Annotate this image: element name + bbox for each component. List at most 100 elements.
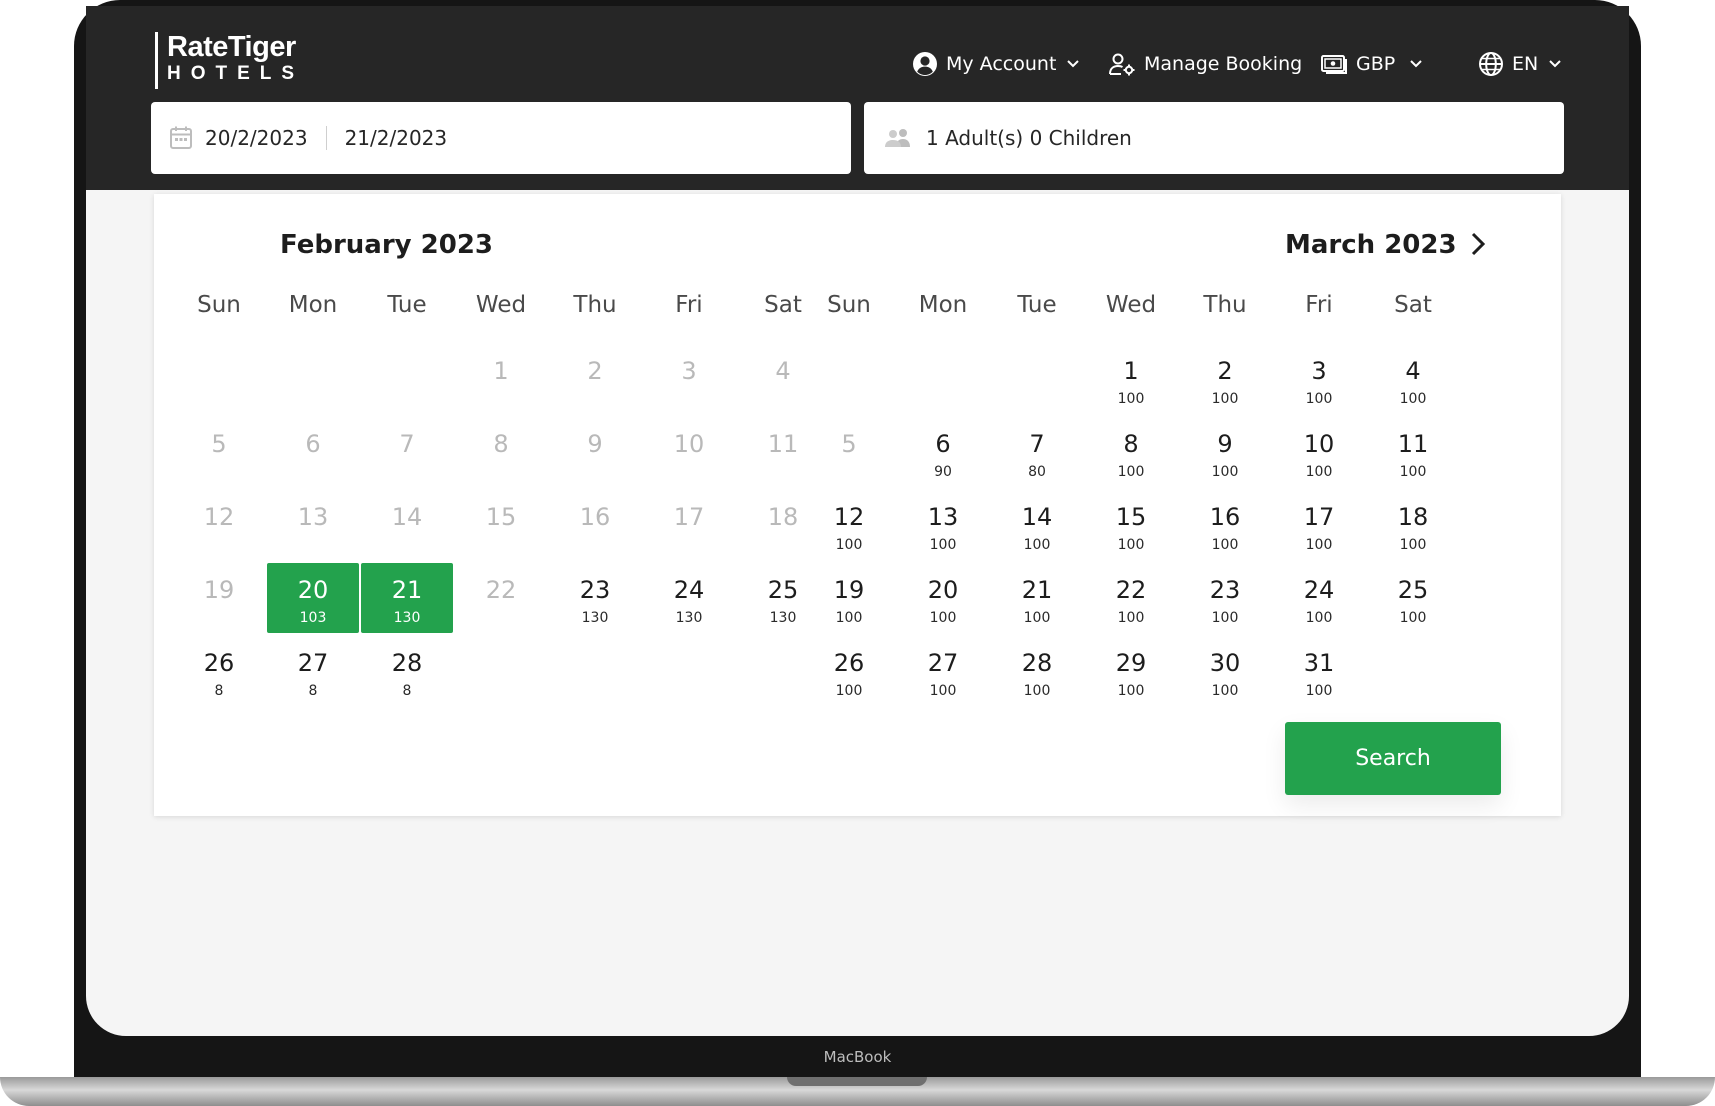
day-cell-march-9[interactable]: 9 100 [1179, 417, 1271, 487]
globe-icon [1478, 51, 1504, 77]
day-number: 7 [399, 430, 415, 458]
day-cell-february-4: 4 [737, 344, 829, 414]
day-cell-february-5: 5 [173, 417, 265, 487]
weekday-header: Sun [197, 292, 241, 318]
day-cell-february-26[interactable]: 26 8 [173, 636, 265, 706]
my-account-menu[interactable]: My Account [912, 44, 1080, 84]
day-cell-march-23[interactable]: 23 100 [1179, 563, 1271, 633]
day-number: 10 [1303, 430, 1335, 458]
day-cell-march-15[interactable]: 15 100 [1085, 490, 1177, 560]
day-cell-february-1: 1 [455, 344, 547, 414]
chevron-right-icon [1469, 231, 1487, 257]
check-in-date[interactable]: 20/2/2023 [205, 126, 308, 150]
people-icon [884, 127, 912, 149]
day-number: 28 [1021, 649, 1053, 677]
day-cell-february-20[interactable]: 20 103 [267, 563, 359, 633]
day-cell-march-18[interactable]: 18 100 [1367, 490, 1459, 560]
day-cell-march-25[interactable]: 25 100 [1367, 563, 1459, 633]
day-price: 130 [581, 610, 609, 626]
day-cell-march-16[interactable]: 16 100 [1179, 490, 1271, 560]
day-number: 20 [927, 576, 959, 604]
day-cell-march-8[interactable]: 8 100 [1085, 417, 1177, 487]
currency-selector[interactable]: GBP [1320, 44, 1423, 84]
day-number: 21 [1021, 576, 1053, 604]
screen: RateTiger HOTELS My Account Manage Booki… [86, 6, 1629, 1036]
day-number: 3 [1311, 357, 1327, 385]
day-price: 100 [835, 537, 863, 553]
day-price: 100 [1305, 683, 1333, 699]
day-price: 100 [1399, 537, 1427, 553]
day-number: 3 [681, 357, 697, 385]
weekday-header: Wed [1105, 292, 1157, 318]
check-out-date[interactable]: 21/2/2023 [345, 126, 448, 150]
day-number: 19 [833, 576, 865, 604]
day-number: 24 [1303, 576, 1335, 604]
day-cell-february-28[interactable]: 28 8 [361, 636, 453, 706]
day-number: 10 [673, 430, 705, 458]
date-separator [325, 126, 327, 150]
manage-booking-link[interactable]: Manage Booking [1108, 44, 1302, 84]
day-price: 8 [214, 683, 224, 699]
logo-subtitle: HOTELS [167, 63, 305, 84]
day-cell-february-24[interactable]: 24 130 [643, 563, 735, 633]
day-cell-march-6[interactable]: 6 90 [897, 417, 989, 487]
laptop-base-notch [787, 1077, 927, 1086]
day-price: 100 [1211, 391, 1239, 407]
day-cell-march-20[interactable]: 20 100 [897, 563, 989, 633]
day-cell-march-24[interactable]: 24 100 [1273, 563, 1365, 633]
user-gear-icon [1108, 51, 1136, 77]
day-price: 100 [835, 610, 863, 626]
day-cell-february-21[interactable]: 21 130 [361, 563, 453, 633]
guests-field[interactable]: 1 Adult(s) 0 Children [864, 102, 1564, 174]
day-cell-march-21[interactable]: 21 100 [991, 563, 1083, 633]
language-selector[interactable]: EN [1478, 44, 1562, 84]
weekday-header: Mon [288, 292, 338, 318]
day-cell-march-22[interactable]: 22 100 [1085, 563, 1177, 633]
day-number: 23 [1209, 576, 1241, 604]
day-number: 19 [203, 576, 235, 604]
day-cell-february-27[interactable]: 27 8 [267, 636, 359, 706]
day-cell-march-31[interactable]: 31 100 [1273, 636, 1365, 706]
day-number: 26 [203, 649, 235, 677]
day-cell-march-17[interactable]: 17 100 [1273, 490, 1365, 560]
day-cell-march-30[interactable]: 30 100 [1179, 636, 1271, 706]
day-cell-march-26[interactable]: 26 100 [803, 636, 895, 706]
manage-booking-label: Manage Booking [1144, 53, 1303, 75]
day-number: 16 [1209, 503, 1241, 531]
day-number: 7 [1029, 430, 1045, 458]
search-button[interactable]: Search [1285, 722, 1501, 795]
day-cell-march-3[interactable]: 3 100 [1273, 344, 1365, 414]
day-cell-march-4[interactable]: 4 100 [1367, 344, 1459, 414]
day-number: 5 [211, 430, 227, 458]
day-cell-march-29[interactable]: 29 100 [1085, 636, 1177, 706]
day-cell-march-12[interactable]: 12 100 [803, 490, 895, 560]
month-title-february: February 2023 [280, 230, 494, 260]
day-cell-march-28[interactable]: 28 100 [991, 636, 1083, 706]
next-month-button[interactable] [1462, 228, 1494, 260]
day-cell-march-11[interactable]: 11 100 [1367, 417, 1459, 487]
day-cell-february-16: 16 [549, 490, 641, 560]
logo[interactable]: RateTiger HOTELS [155, 32, 304, 89]
day-price: 100 [1305, 537, 1333, 553]
weekday-header: Tue [1017, 292, 1057, 318]
day-cell-february-12: 12 [173, 490, 265, 560]
day-cell-march-1[interactable]: 1 100 [1085, 344, 1177, 414]
day-cell-march-14[interactable]: 14 100 [991, 490, 1083, 560]
device-label: MacBook [823, 1048, 892, 1066]
day-cell-march-19[interactable]: 19 100 [803, 563, 895, 633]
day-cell-march-27[interactable]: 27 100 [897, 636, 989, 706]
weekday-header: Wed [475, 292, 527, 318]
day-cell-march-7[interactable]: 7 80 [991, 417, 1083, 487]
day-number: 1 [1123, 357, 1139, 385]
day-cell-march-10[interactable]: 10 100 [1273, 417, 1365, 487]
day-number: 9 [1217, 430, 1233, 458]
day-number: 14 [1021, 503, 1053, 531]
day-cell-february-15: 15 [455, 490, 547, 560]
day-cell-march-13[interactable]: 13 100 [897, 490, 989, 560]
chevron-down-icon [1066, 59, 1080, 69]
day-number: 24 [673, 576, 705, 604]
day-cell-march-2[interactable]: 2 100 [1179, 344, 1271, 414]
date-range-field[interactable]: 20/2/2023 21/2/2023 [151, 102, 851, 174]
day-price: 100 [929, 610, 957, 626]
day-cell-february-23[interactable]: 23 130 [549, 563, 641, 633]
